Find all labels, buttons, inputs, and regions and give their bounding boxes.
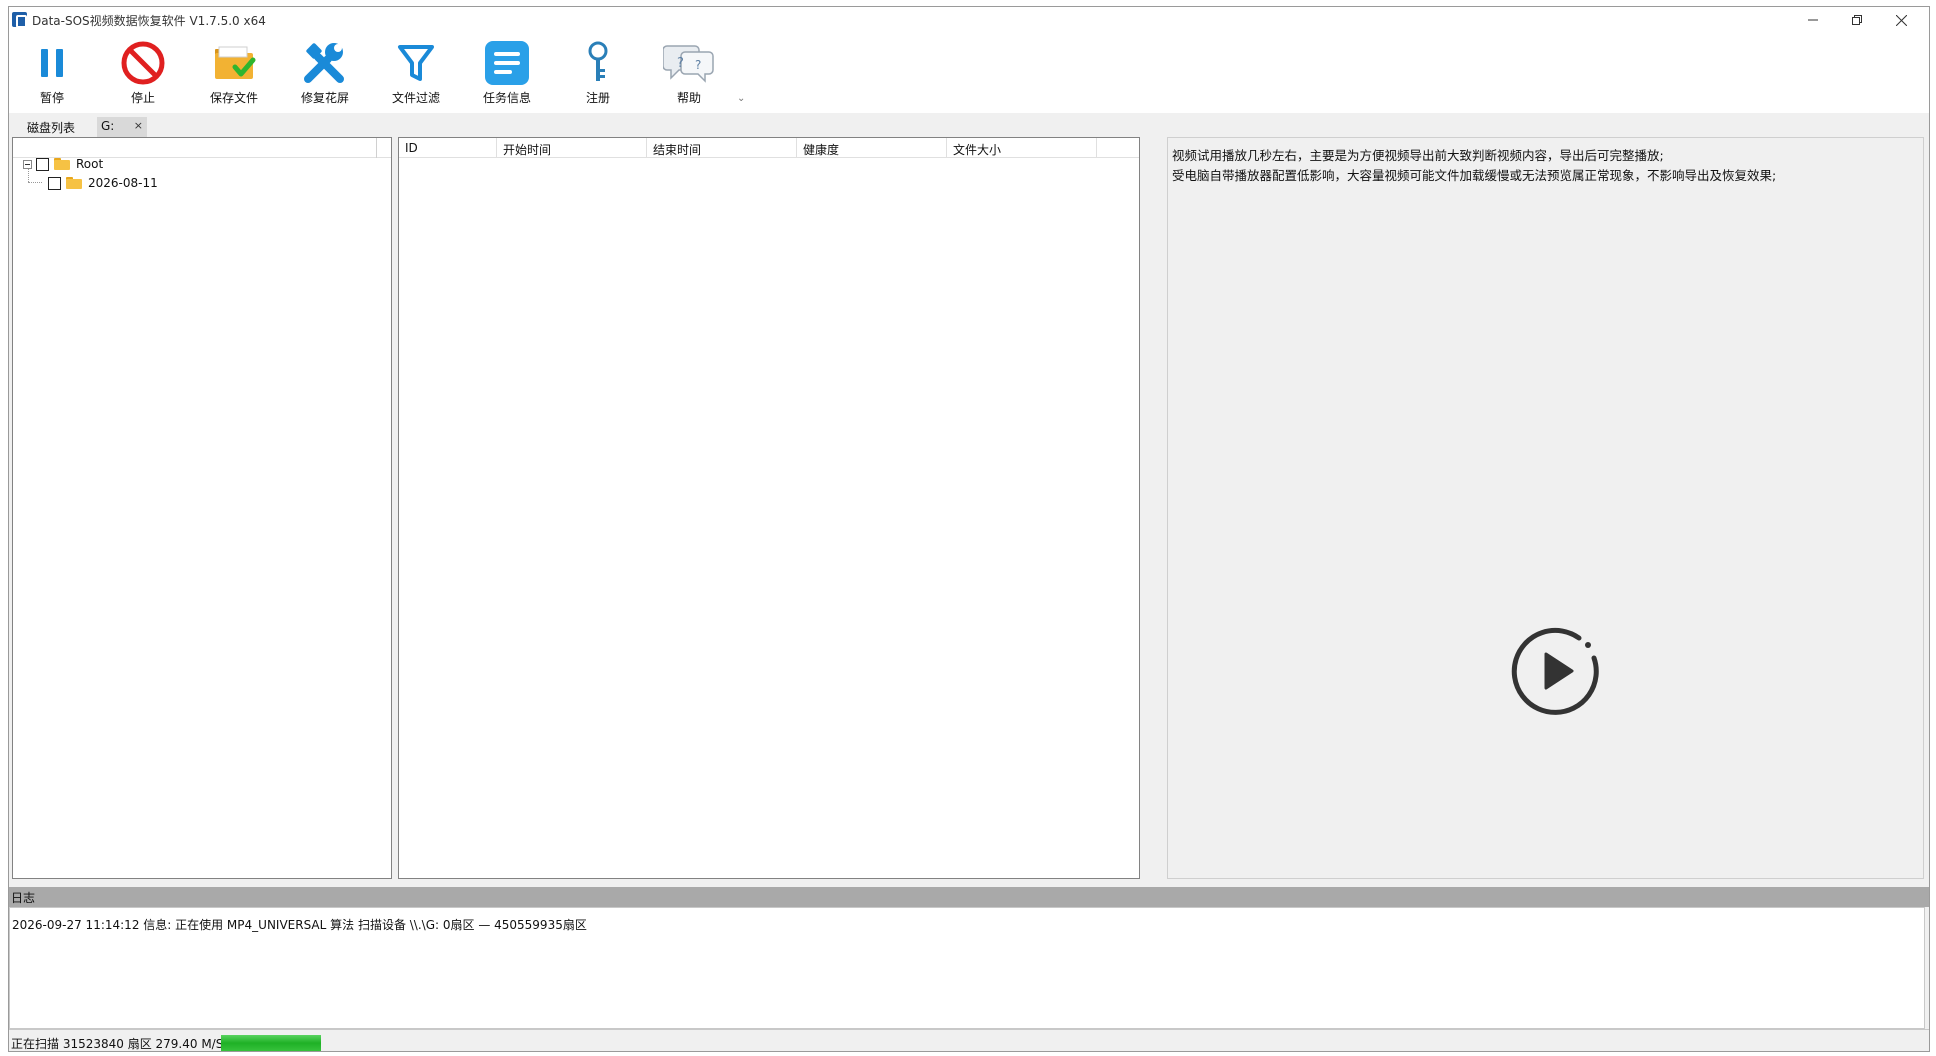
minimize-icon	[1808, 19, 1818, 21]
folder-icon	[54, 158, 70, 170]
restore-button[interactable]	[1835, 7, 1879, 33]
play-circle-icon[interactable]	[1508, 624, 1602, 718]
file-list: ID 开始时间 结束时间 健康度 文件大小	[398, 137, 1140, 879]
log-title-bar: 日志	[9, 887, 1929, 907]
tree-checkbox[interactable]	[36, 157, 49, 171]
scan-status-text: 正在扫描 31523840 扇区 279.40 M/S 6%	[11, 1037, 247, 1051]
help-button[interactable]: ?? 帮助	[654, 39, 724, 109]
restore-icon	[1852, 15, 1862, 25]
stop-button[interactable]: 停止	[108, 39, 178, 109]
tree-node-label: Root	[76, 157, 104, 171]
list-header: ID 开始时间 结束时间 健康度 文件大小	[399, 138, 1139, 158]
status-bar: 正在扫描 31523840 扇区 279.40 M/S 6%	[9, 1029, 1929, 1051]
preview-notice-line: 受电脑自带播放器配置低影响，大容量视频可能文件加载缓慢或无法预览属正常现象，不影…	[1172, 168, 1777, 183]
close-button[interactable]	[1879, 7, 1923, 33]
help-icon: ??	[663, 39, 715, 87]
preview-panel: 视频试用播放几秒左右，主要是为方便视频导出前大致判断视频内容，导出后可完整播放;…	[1167, 137, 1924, 879]
toolbar-overflow-chevron-icon[interactable]: ⌄	[737, 93, 745, 104]
column-header-id[interactable]: ID	[399, 138, 497, 158]
minimize-button[interactable]	[1791, 7, 1835, 33]
tab-disk-list[interactable]: 磁盘列表	[19, 117, 83, 137]
repair-tools-icon	[299, 39, 351, 87]
tree-node-root[interactable]: Root	[23, 155, 103, 173]
svg-text:?: ?	[695, 58, 701, 72]
window-title: Data-SOS视频数据恢复软件 V1.7.5.0 x64	[32, 14, 266, 28]
save-folder-icon	[208, 39, 260, 87]
register-label: 注册	[585, 91, 610, 105]
scan-progress-bar	[221, 1035, 321, 1051]
tree-checkbox[interactable]	[48, 176, 61, 190]
stop-icon	[117, 39, 169, 87]
file-filter-label: 文件过滤	[391, 91, 440, 105]
tab-drive-label: G:	[101, 119, 115, 133]
log-area: 2026-09-27 11:14:12 信息: 正在使用 MP4_UNIVERS…	[9, 907, 1925, 1029]
task-info-icon	[481, 39, 533, 87]
app-logo-icon	[12, 12, 27, 28]
pause-button[interactable]: 暂停	[17, 39, 87, 109]
svg-text:?: ?	[677, 56, 684, 71]
column-header-end-time[interactable]: 结束时间	[647, 138, 797, 158]
register-button[interactable]: 注册	[563, 39, 633, 109]
stop-label: 停止	[130, 91, 155, 105]
log-entry: 2026-09-27 11:14:12 信息: 正在使用 MP4_UNIVERS…	[12, 918, 587, 932]
collapse-icon[interactable]	[23, 159, 32, 169]
toolbar: 暂停 停止 保存文件 修复花屏 文件过滤 任务信息 注册 ? ? 帮助 ⌄	[9, 33, 1929, 113]
folder-tree: Root 2026-08-11	[12, 137, 392, 879]
close-icon	[1895, 14, 1907, 26]
pause-label: 暂停	[39, 91, 64, 105]
log-title: 日志	[11, 891, 36, 905]
tree-node-date[interactable]: 2026-08-11	[44, 174, 158, 192]
column-header-file-size[interactable]: 文件大小	[947, 138, 1097, 158]
column-header-start-time[interactable]: 开始时间	[497, 138, 647, 158]
repair-screen-label: 修复花屏	[300, 91, 349, 105]
task-info-button[interactable]: 任务信息	[472, 39, 542, 109]
filter-icon	[390, 39, 442, 87]
pause-icon	[26, 39, 78, 87]
preview-notice-line: 视频试用播放几秒左右，主要是为方便视频导出前大致判断视频内容，导出后可完整播放;	[1172, 148, 1664, 163]
repair-screen-button[interactable]: 修复花屏	[290, 39, 360, 109]
app-window: Data-SOS视频数据恢复软件 V1.7.5.0 x64 暂停 停止 保存文件…	[8, 6, 1930, 1052]
task-info-label: 任务信息	[482, 91, 531, 105]
folder-icon	[66, 177, 82, 189]
title-bar: Data-SOS视频数据恢复软件 V1.7.5.0 x64	[9, 7, 1929, 33]
save-file-button[interactable]: 保存文件	[199, 39, 269, 109]
help-label: 帮助	[676, 91, 701, 105]
tab-close-icon[interactable]: ×	[134, 119, 143, 132]
column-header-health[interactable]: 健康度	[797, 138, 947, 158]
tab-drive-g[interactable]: G: ×	[97, 117, 147, 137]
tree-node-label: 2026-08-11	[88, 176, 158, 190]
preview-notice: 视频试用播放几秒左右，主要是为方便视频导出前大致判断视频内容，导出后可完整播放;…	[1172, 146, 1776, 186]
tab-strip: 磁盘列表 G: ×	[9, 113, 1929, 139]
progress-fill	[221, 1035, 321, 1051]
file-filter-button[interactable]: 文件过滤	[381, 39, 451, 109]
save-file-label: 保存文件	[209, 91, 258, 105]
key-icon	[572, 39, 624, 87]
